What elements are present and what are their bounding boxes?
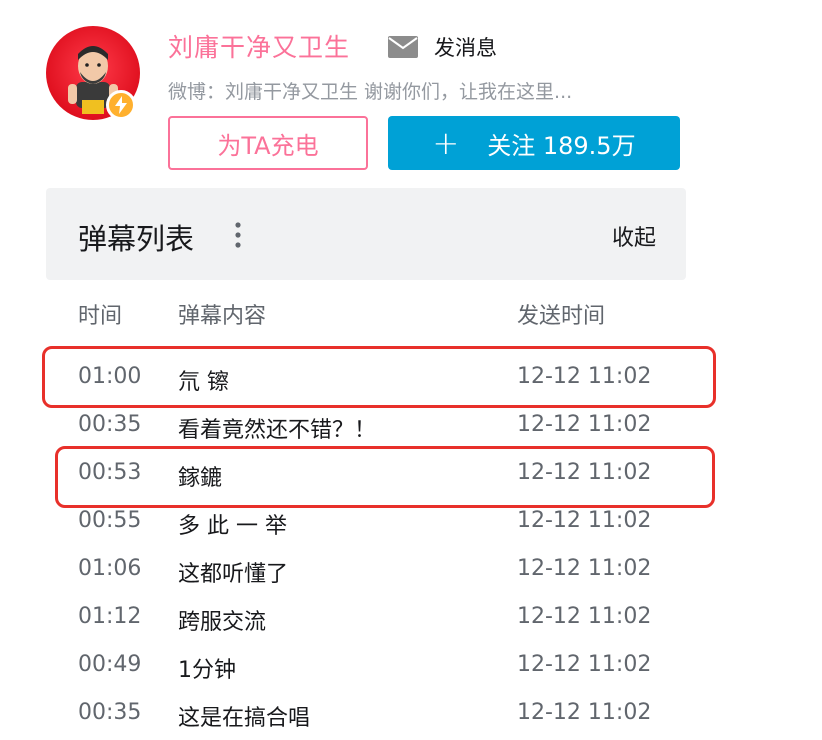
danmaku-row[interactable]: 00:35 这是在搞合唱 12-12 11:02	[46, 692, 686, 740]
danmaku-panel-header: 弹幕列表 收起	[46, 188, 686, 280]
charge-button-label: 为TA充电	[217, 131, 319, 160]
column-header-content: 弹幕内容	[178, 304, 267, 329]
danmaku-content: 1分钟	[178, 658, 236, 683]
user-sign: 微博：刘庸干净又卫生 谢谢你们，让我在这里...	[168, 81, 573, 103]
column-header-sent-time: 发送时间	[517, 304, 606, 329]
danmaku-time: 00:35	[78, 700, 142, 725]
charge-badge	[106, 90, 136, 120]
danmaku-row[interactable]: 00:35 看着竟然还不错？！ 12-12 11:02	[46, 404, 686, 452]
danmaku-row[interactable]: 01:00 氘 镲 12-12 11:02	[46, 356, 686, 404]
danmaku-sent-time: 12-12 11:02	[517, 460, 652, 485]
danmaku-time: 00:53	[78, 460, 142, 485]
danmaku-content: 这是在搞合唱	[178, 706, 311, 731]
send-message-button[interactable]: 发消息	[388, 32, 497, 62]
danmaku-panel-title: 弹幕列表	[78, 222, 195, 256]
danmaku-row[interactable]: 01:12 跨服交流 12-12 11:02	[46, 596, 686, 644]
danmaku-row[interactable]: 01:06 这都听懂了 12-12 11:02	[46, 548, 686, 596]
danmaku-sent-time: 12-12 11:02	[517, 652, 652, 677]
danmaku-time: 00:35	[78, 412, 142, 437]
danmaku-content: 看着竟然还不错？！	[178, 418, 377, 443]
follow-button-label: 关注 189.5万	[487, 131, 636, 160]
danmaku-content: 鎵鏕	[178, 466, 223, 491]
lightning-icon	[115, 96, 127, 114]
danmaku-time: 01:12	[78, 604, 142, 629]
danmaku-sent-time: 12-12 11:02	[517, 508, 652, 533]
collapse-button[interactable]: 收起	[612, 220, 656, 252]
danmaku-time: 01:00	[78, 364, 142, 389]
danmaku-sent-time: 12-12 11:02	[517, 556, 652, 581]
danmaku-row[interactable]: 00:49 1分钟 12-12 11:02	[46, 644, 686, 692]
charge-button[interactable]: 为TA充电	[168, 116, 368, 170]
danmaku-time: 00:55	[78, 508, 142, 533]
danmaku-sent-time: 12-12 11:02	[517, 364, 652, 389]
danmaku-sent-time: 12-12 11:02	[517, 700, 652, 725]
danmaku-time: 00:49	[78, 652, 142, 677]
danmaku-sent-time: 12-12 11:02	[517, 412, 652, 437]
username[interactable]: 刘庸干净又卫生	[168, 28, 350, 64]
mail-icon	[388, 36, 418, 58]
danmaku-row[interactable]: 00:55 多 此 一 举 12-12 11:02	[46, 500, 686, 548]
danmaku-row[interactable]: 00:53 鎵鏕 12-12 11:02	[46, 452, 686, 500]
danmaku-content: 多 此 一 举	[178, 514, 287, 539]
column-header-time: 时间	[78, 304, 123, 329]
danmaku-time: 01:06	[78, 556, 142, 581]
danmaku-sent-time: 12-12 11:02	[517, 604, 652, 629]
danmaku-content: 氘 镲	[178, 370, 229, 395]
danmaku-content: 这都听懂了	[178, 562, 289, 587]
follow-button[interactable]: + 关注 189.5万	[388, 116, 680, 170]
more-vertical-icon[interactable]	[232, 220, 244, 250]
danmaku-content: 跨服交流	[178, 610, 267, 635]
plus-icon: +	[432, 124, 460, 162]
send-message-label: 发消息	[434, 36, 497, 60]
